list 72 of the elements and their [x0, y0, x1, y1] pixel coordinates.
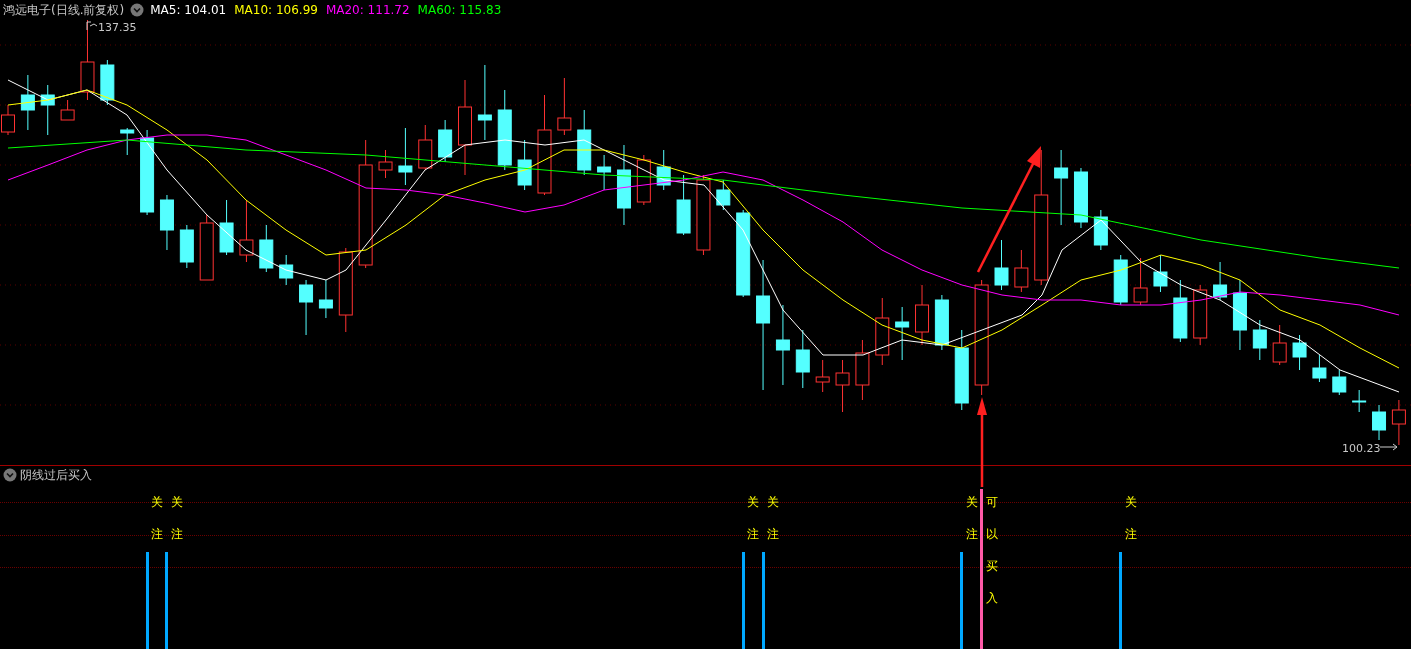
candlestick — [895, 306, 910, 361]
candlestick — [835, 359, 850, 413]
candlestick — [259, 224, 274, 273]
candlestick — [438, 119, 453, 163]
candlestick — [1272, 324, 1287, 366]
high-price-label: 137.35 — [98, 21, 137, 34]
candlestick — [934, 294, 949, 351]
candlestick — [398, 127, 413, 186]
leader-arrow — [1379, 443, 1398, 451]
candlestick — [159, 194, 174, 251]
candlestick — [279, 254, 294, 286]
dropdown-icon[interactable] — [3, 468, 17, 482]
candlestick — [1113, 254, 1128, 306]
candlestick — [676, 174, 691, 236]
candlestick — [1352, 389, 1367, 413]
candlestick — [855, 339, 870, 401]
candlestick — [875, 297, 890, 366]
candlestick — [219, 199, 234, 256]
low-price-label: 100.23 — [1342, 442, 1381, 455]
candlestick — [40, 84, 55, 136]
candlestick — [1074, 167, 1088, 229]
candlestick — [318, 279, 333, 319]
signal-label: 可以买入 — [985, 494, 998, 607]
indicator-title: 阴线过后买入 — [20, 466, 92, 484]
moving-average-reading: MA5: 104.01 — [150, 3, 227, 17]
candlestick — [60, 99, 75, 121]
candlestick — [1292, 334, 1307, 371]
candlestick — [915, 284, 929, 346]
candlestick — [597, 154, 612, 191]
candlestick — [656, 149, 671, 191]
moving-average-reading: MA10: 106.99 — [234, 3, 318, 17]
candlestick — [20, 74, 35, 131]
high-price-marker-icon — [86, 21, 98, 31]
signal-label: 关注 — [151, 494, 164, 543]
candlestick — [815, 359, 830, 393]
signal-label: 关注 — [747, 494, 760, 543]
candlestick — [1213, 261, 1228, 301]
dropdown-icon[interactable] — [130, 3, 145, 17]
candlestick — [1332, 369, 1347, 396]
signal-label: 关注 — [1124, 494, 1137, 543]
candlestick — [1312, 354, 1327, 383]
candlestick — [795, 329, 810, 389]
moving-average-reading: MA60: 115.83 — [417, 3, 502, 17]
signal-label: 关注 — [170, 494, 183, 543]
candlestick — [1193, 284, 1208, 346]
candlestick — [100, 59, 115, 106]
candlestick — [1173, 279, 1188, 343]
candlestick — [179, 224, 194, 269]
candlestick — [199, 214, 214, 281]
moving-average-reading: MA20: 111.72 — [325, 3, 410, 17]
signal-label: 关注 — [767, 494, 780, 543]
candlestick — [378, 149, 393, 179]
candlestick — [1232, 279, 1247, 351]
candlestick — [239, 199, 254, 263]
chart-title: 鸿远电子(日线.前复权) — [3, 1, 125, 19]
signal-label: 关注 — [965, 494, 978, 543]
candlestick — [1153, 254, 1168, 293]
candlestick — [994, 239, 1009, 291]
candlestick — [557, 77, 572, 136]
candlestick — [1, 104, 15, 136]
candlestick — [299, 279, 314, 336]
candlestick — [1252, 319, 1267, 361]
candlestick — [577, 109, 592, 176]
candlestick — [1391, 399, 1406, 446]
candlestick — [1133, 257, 1148, 306]
candlestick — [1014, 249, 1029, 293]
candlestick — [1093, 209, 1108, 251]
candlestick — [1372, 404, 1387, 441]
candlestick — [716, 179, 731, 211]
candlestick — [418, 124, 433, 171]
candlestick — [120, 127, 135, 156]
candlestick — [517, 139, 532, 191]
